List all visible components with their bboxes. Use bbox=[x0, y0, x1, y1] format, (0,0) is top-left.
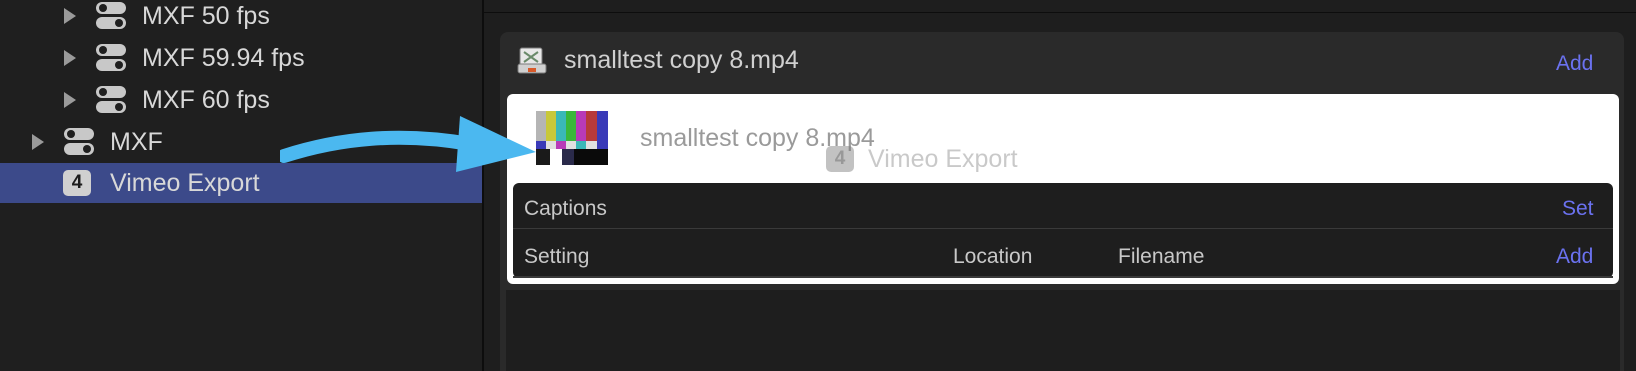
sidebar-item-mxf-50[interactable]: MXF 50 fps bbox=[0, 0, 482, 36]
sidebar-item-label: MXF bbox=[110, 127, 163, 156]
sidebar-item-mxf-5994[interactable]: MXF 59.94 fps bbox=[0, 38, 482, 78]
drag-ghost-label: Vimeo Export bbox=[868, 144, 1018, 173]
disclosure-triangle-icon[interactable] bbox=[64, 92, 76, 108]
drag-arrow-icon bbox=[280, 116, 536, 172]
sidebar-item-label: Vimeo Export bbox=[110, 168, 260, 197]
divider bbox=[513, 276, 1613, 278]
number-4-badge-icon: 4 bbox=[63, 170, 91, 196]
set-captions-button[interactable]: Set bbox=[1562, 197, 1594, 221]
toggle-settings-icon bbox=[96, 86, 126, 114]
empty-output-area bbox=[506, 290, 1620, 371]
disclosure-triangle-icon[interactable] bbox=[64, 8, 76, 24]
toggle-settings-icon bbox=[64, 128, 94, 156]
sidebar-item-label: MXF 50 fps bbox=[142, 1, 270, 30]
disclosure-triangle-icon[interactable] bbox=[64, 50, 76, 66]
drag-ghost-vimeo-export: 4 Vimeo Export bbox=[826, 144, 1018, 174]
top-bar bbox=[484, 0, 1636, 13]
job-title: smalltest copy 8.mp4 bbox=[564, 46, 799, 74]
add-output-button[interactable]: Add bbox=[1556, 52, 1593, 76]
compressor-job-icon bbox=[516, 46, 548, 76]
number-4-badge-icon: 4 bbox=[826, 146, 854, 172]
column-header-filename: Filename bbox=[1118, 245, 1205, 268]
add-caption-button[interactable]: Add bbox=[1556, 245, 1593, 269]
disclosure-triangle-icon[interactable] bbox=[32, 134, 44, 150]
toggle-settings-icon bbox=[96, 2, 126, 30]
column-header-setting: Setting bbox=[524, 245, 590, 268]
captions-title: Captions bbox=[524, 197, 607, 220]
sidebar-item-label: MXF 59.94 fps bbox=[142, 43, 305, 72]
toggle-settings-icon bbox=[96, 44, 126, 72]
captions-header-row bbox=[513, 186, 1613, 229]
video-thumbnail bbox=[536, 111, 608, 165]
sidebar-item-label: MXF 60 fps bbox=[142, 85, 270, 114]
column-header-location: Location bbox=[953, 245, 1033, 268]
